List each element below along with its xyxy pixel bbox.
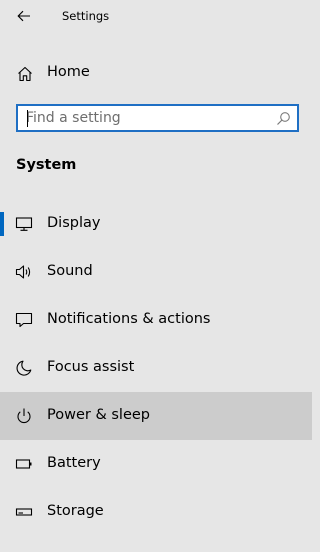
nav-item-display[interactable]: Display xyxy=(0,200,312,248)
back-arrow-icon xyxy=(17,10,30,22)
nav-item-label: Notifications & actions xyxy=(47,311,211,327)
nav-item-label: Storage xyxy=(47,503,104,519)
system-nav-list: Display Sound Notifications & actions Fo… xyxy=(0,200,312,536)
app-title: Settings xyxy=(62,9,110,23)
speaker-icon xyxy=(15,265,31,279)
home-icon xyxy=(18,66,32,82)
back-button[interactable] xyxy=(8,3,40,29)
power-icon xyxy=(17,408,31,423)
storage-icon xyxy=(15,508,33,516)
message-icon xyxy=(15,312,33,328)
nav-item-storage[interactable]: Storage xyxy=(0,488,312,536)
title-bar: Settings xyxy=(0,0,312,33)
text-caret xyxy=(27,110,28,127)
nav-item-label: Display xyxy=(47,215,101,231)
monitor-icon xyxy=(15,217,33,231)
nav-item-focus-assist[interactable]: Focus assist xyxy=(0,344,312,392)
search-box[interactable] xyxy=(16,104,299,132)
battery-icon xyxy=(15,459,32,469)
nav-item-label: Power & sleep xyxy=(47,407,150,423)
nav-item-battery[interactable]: Battery xyxy=(0,440,312,488)
nav-item-power-sleep[interactable]: Power & sleep xyxy=(0,392,312,440)
home-nav-item[interactable]: Home xyxy=(0,57,312,89)
nav-item-sound[interactable]: Sound xyxy=(0,248,312,296)
moon-icon xyxy=(16,360,32,376)
nav-item-label: Focus assist xyxy=(47,359,135,375)
nav-item-label: Battery xyxy=(47,455,101,471)
home-label: Home xyxy=(47,64,90,80)
search-icon[interactable] xyxy=(276,111,291,126)
nav-item-notifications[interactable]: Notifications & actions xyxy=(0,296,312,344)
nav-item-label: Sound xyxy=(47,263,93,279)
selection-indicator xyxy=(0,212,4,236)
search-input[interactable] xyxy=(26,109,266,127)
section-title: System xyxy=(16,157,77,173)
